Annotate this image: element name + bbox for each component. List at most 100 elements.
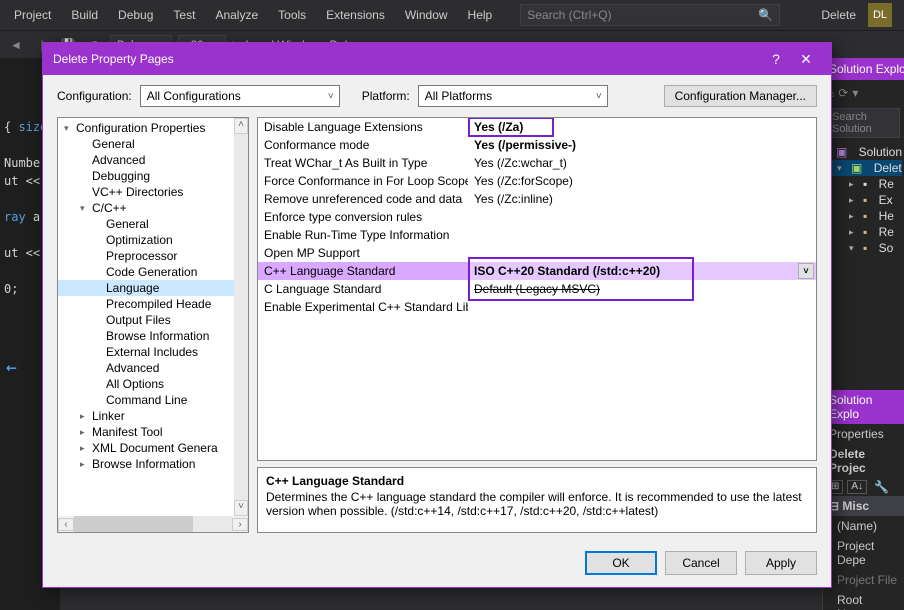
editor-back-icon[interactable]: ← bbox=[6, 357, 17, 378]
dropdown-icon[interactable]: ▾ bbox=[852, 86, 858, 100]
solexp-tab2[interactable]: Solution Explo bbox=[823, 390, 904, 424]
tree-pane: Configuration Properties General Advance… bbox=[57, 117, 249, 533]
grid-prop-value[interactable] bbox=[468, 226, 816, 244]
menu-help[interactable]: Help bbox=[458, 4, 503, 26]
grid-prop-name: C Language Standard bbox=[258, 280, 468, 298]
scroll-down-icon[interactable]: ˅ bbox=[234, 500, 248, 516]
grid-row[interactable]: C Language StandardDefault (Legacy MSVC) bbox=[258, 280, 816, 298]
tree-item[interactable]: XML Document Genera bbox=[58, 440, 248, 456]
help-button[interactable]: ? bbox=[761, 51, 791, 67]
cancel-button[interactable]: Cancel bbox=[665, 551, 737, 575]
ok-button[interactable]: OK bbox=[585, 551, 657, 575]
grid-prop-value[interactable]: Yes (/Zc:inline) bbox=[468, 190, 816, 208]
tree-item[interactable]: General bbox=[58, 216, 248, 232]
tree-item[interactable]: Command Line bbox=[58, 392, 248, 408]
grid-prop-value[interactable]: ISO C++20 Standard (/std:c++20)˅ bbox=[468, 262, 816, 280]
tree-item[interactable]: Manifest Tool bbox=[58, 424, 248, 440]
grid-prop-value[interactable]: Yes (/Za) bbox=[468, 118, 816, 136]
grid-row[interactable]: Enforce type conversion rules bbox=[258, 208, 816, 226]
tree-item[interactable]: Advanced bbox=[58, 360, 248, 376]
grid-row[interactable]: Open MP Support bbox=[258, 244, 816, 262]
apply-button[interactable]: Apply bbox=[745, 551, 817, 575]
grid-row[interactable]: Remove unreferenced code and dataYes (/Z… bbox=[258, 190, 816, 208]
dialog-titlebar[interactable]: Delete Property Pages ? ✕ bbox=[43, 43, 831, 75]
grid-prop-value[interactable]: Yes (/Zc:wchar_t) bbox=[468, 154, 816, 172]
grid-prop-value[interactable] bbox=[468, 208, 816, 226]
tree-item[interactable]: General bbox=[58, 136, 248, 152]
solexp-search[interactable]: Search Solution bbox=[827, 108, 900, 138]
menu-tools[interactable]: Tools bbox=[268, 4, 316, 26]
menu-analyze[interactable]: Analyze bbox=[205, 4, 268, 26]
search-icon: 🔍 bbox=[758, 8, 773, 22]
solexp-title: Solution Explo bbox=[823, 58, 904, 80]
platform-select[interactable]: All Platforms bbox=[418, 85, 608, 107]
alpha-icon[interactable]: A↓ bbox=[847, 480, 867, 494]
nav-back-icon[interactable]: ◄ bbox=[6, 38, 26, 52]
wrench-icon[interactable]: 🔧 bbox=[871, 480, 892, 494]
search-input[interactable]: Search (Ctrl+Q) 🔍 bbox=[520, 4, 780, 26]
dropdown-icon[interactable]: ˅ bbox=[798, 263, 814, 279]
close-button[interactable]: ✕ bbox=[791, 51, 821, 68]
solexp-tree[interactable]: ▾▣ Solution ▾▣ Delet ▸▪ Re ▸▪ Ex ▸▪ He ▸… bbox=[823, 140, 904, 260]
grid-row[interactable]: Conformance modeYes (/permissive-) bbox=[258, 136, 816, 154]
tree-item[interactable]: Linker bbox=[58, 408, 248, 424]
grid-prop-value[interactable] bbox=[468, 298, 816, 316]
tree-hscroll[interactable]: ‹ › bbox=[58, 516, 248, 532]
tree-scroll[interactable]: Configuration Properties General Advance… bbox=[58, 118, 248, 516]
grid-prop-value[interactable]: Default (Legacy MSVC) bbox=[468, 280, 816, 298]
tree-item[interactable]: Browse Information bbox=[58, 456, 248, 472]
grid-row[interactable]: Treat WChar_t As Built in TypeYes (/Zc:w… bbox=[258, 154, 816, 172]
grid-row[interactable]: Force Conformance in For Loop ScopeYes (… bbox=[258, 172, 816, 190]
menu-extensions[interactable]: Extensions bbox=[316, 4, 395, 26]
prop-row[interactable]: Root Names bbox=[823, 590, 904, 610]
solution-icon: ▣ bbox=[836, 145, 847, 159]
tree-vscroll[interactable]: ˄ ˅ bbox=[234, 118, 248, 516]
tree-item[interactable]: External Includes bbox=[58, 344, 248, 360]
scroll-left-icon[interactable]: ‹ bbox=[58, 518, 74, 531]
grid-row[interactable]: Disable Language ExtensionsYes (/Za) bbox=[258, 118, 816, 136]
refresh-icon[interactable]: ⟳ bbox=[838, 86, 848, 100]
tree-item[interactable]: Debugging bbox=[58, 168, 248, 184]
config-manager-button[interactable]: Configuration Manager... bbox=[664, 85, 817, 107]
tree-item[interactable]: Code Generation bbox=[58, 264, 248, 280]
misc-header[interactable]: ⊟ Misc bbox=[823, 496, 904, 516]
property-pages-dialog: Delete Property Pages ? ✕ Configuration:… bbox=[42, 42, 832, 588]
properties-title: Properties bbox=[823, 424, 904, 444]
grid-prop-value[interactable] bbox=[468, 244, 816, 262]
grid-row[interactable]: C++ Language StandardISO C++20 Standard … bbox=[258, 262, 816, 280]
menu-debug[interactable]: Debug bbox=[108, 4, 163, 26]
tree-cc[interactable]: C/C++ bbox=[58, 200, 248, 216]
user-badge[interactable]: DL bbox=[868, 3, 892, 27]
prop-row[interactable]: (Name) bbox=[823, 516, 904, 536]
tree-item[interactable]: Browse Information bbox=[58, 328, 248, 344]
desc-title: C++ Language Standard bbox=[266, 474, 808, 488]
properties-object: Delete Projec bbox=[823, 444, 904, 478]
tree-item[interactable]: Preprocessor bbox=[58, 248, 248, 264]
scroll-up-icon[interactable]: ˄ bbox=[234, 118, 248, 134]
menu-test[interactable]: Test bbox=[163, 4, 205, 26]
tree-item-language[interactable]: Language bbox=[58, 280, 248, 296]
menu-window[interactable]: Window bbox=[395, 4, 458, 26]
grid-prop-name: Open MP Support bbox=[258, 244, 468, 262]
delete-label[interactable]: Delete bbox=[821, 8, 856, 22]
prop-row[interactable]: Project Depe bbox=[823, 536, 904, 570]
grid-row[interactable]: Enable Experimental C++ Standard Libra bbox=[258, 298, 816, 316]
grid-prop-name: Enable Experimental C++ Standard Libra bbox=[258, 298, 468, 316]
menu-project[interactable]: Project bbox=[4, 4, 61, 26]
tree-item[interactable]: VC++ Directories bbox=[58, 184, 248, 200]
tree-item[interactable]: Optimization bbox=[58, 232, 248, 248]
grid-prop-value[interactable]: Yes (/permissive-) bbox=[468, 136, 816, 154]
solution-explorer: Solution Explo ⌂ ⟳ ▾ Search Solution ▾▣ … bbox=[822, 58, 904, 610]
tree-item[interactable]: Advanced bbox=[58, 152, 248, 168]
tree-item[interactable]: Output Files bbox=[58, 312, 248, 328]
hscroll-thumb[interactable] bbox=[74, 516, 193, 532]
tree-item[interactable]: Precompiled Heade bbox=[58, 296, 248, 312]
tree-item[interactable]: All Options bbox=[58, 376, 248, 392]
config-select[interactable]: All Configurations bbox=[140, 85, 340, 107]
grid-prop-value[interactable]: Yes (/Zc:forScope) bbox=[468, 172, 816, 190]
menu-build[interactable]: Build bbox=[61, 4, 108, 26]
tree-root[interactable]: Configuration Properties bbox=[58, 120, 248, 136]
folder-icon: ▪ bbox=[863, 193, 867, 207]
scroll-right-icon[interactable]: › bbox=[232, 518, 248, 531]
grid-row[interactable]: Enable Run-Time Type Information bbox=[258, 226, 816, 244]
